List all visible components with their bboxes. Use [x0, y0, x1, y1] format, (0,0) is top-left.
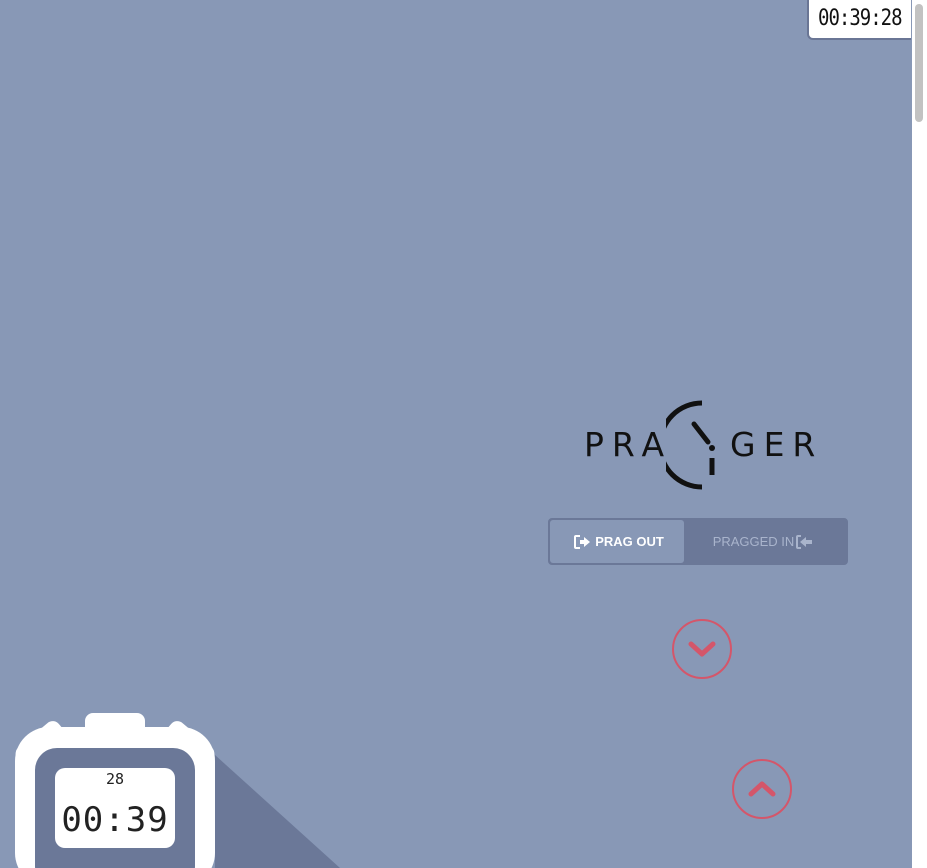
- page-background: 28 00:39 00:39:28 PRA GER PRAG OUT PRAGG…: [0, 0, 912, 868]
- scrollbar-thumb[interactable]: [915, 4, 923, 122]
- sign-in-icon: [796, 534, 813, 549]
- pragged-in-label: PRAGGED IN: [712, 534, 795, 549]
- top-timer-time: 00:39:28: [818, 5, 903, 31]
- scroll-down-button[interactable]: [672, 619, 732, 679]
- stopwatch-time: 00:39: [61, 800, 169, 840]
- sign-out-icon: [574, 534, 591, 549]
- logo-clock-icon: [666, 400, 715, 490]
- top-timer: 00:39:28: [807, 0, 911, 40]
- scroll-up-button[interactable]: [732, 759, 792, 819]
- prag-out-button[interactable]: PRAG OUT: [550, 520, 684, 563]
- pragged-in-button[interactable]: PRAGGED IN: [684, 520, 846, 563]
- scrollbar-track[interactable]: [912, 0, 927, 868]
- prag-toggle: PRAG OUT PRAGGED IN: [548, 518, 848, 565]
- pragger-logo: PRA GER: [584, 398, 815, 493]
- prag-out-label: PRAG OUT: [595, 534, 664, 549]
- logo-text-left: PRA: [584, 425, 673, 464]
- chevron-down-icon: [688, 641, 716, 657]
- stopwatch-seconds: 28: [105, 770, 125, 788]
- chevron-up-icon: [748, 781, 776, 797]
- logo-text-right: GER: [730, 425, 824, 464]
